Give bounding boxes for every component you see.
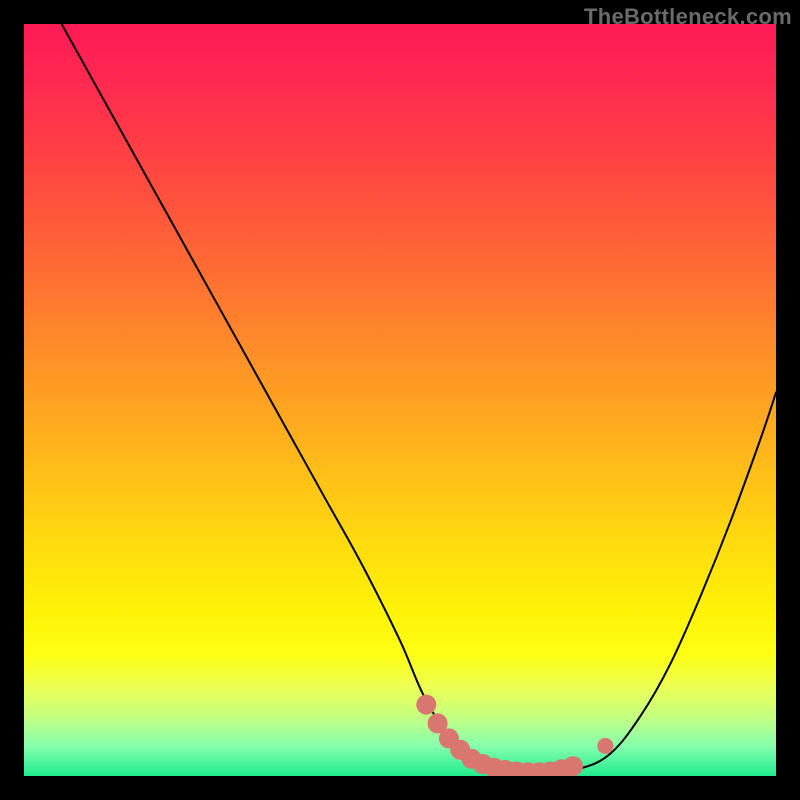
bottleneck-curve-line [62,24,776,773]
curve-marker [597,738,613,754]
curve-marker [563,756,583,776]
curve-marker-group [416,695,613,776]
chart-stage: TheBottleneck.com [0,0,800,800]
curve-marker [416,695,436,715]
curve-svg [24,24,776,776]
plot-area [24,24,776,776]
